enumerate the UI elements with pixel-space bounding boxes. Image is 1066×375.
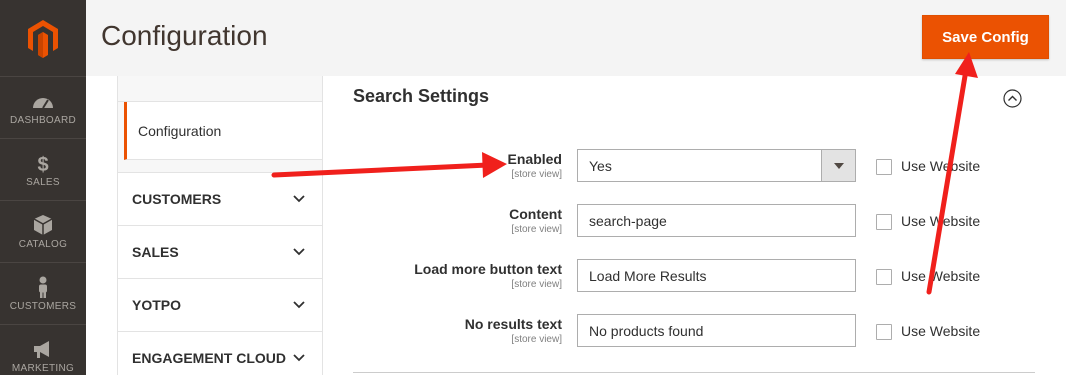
nav-label-catalog: CATALOG	[18, 239, 68, 250]
use-website-label: Use Website	[901, 268, 981, 284]
field-label-enabled: Enabled	[507, 151, 562, 167]
content-input[interactable]: search-page	[577, 204, 856, 237]
field-scope: [store view]	[511, 224, 562, 235]
tab-group-yotpo[interactable]: YOTPO	[118, 278, 322, 331]
chevron-down-icon	[293, 354, 305, 362]
config-tabs: Configuration CUSTOMERS SALES YOTPO ENGA…	[117, 76, 323, 375]
chevron-down-icon	[293, 195, 305, 203]
svg-text:$: $	[37, 154, 48, 174]
magento-logo-icon[interactable]	[0, 0, 86, 76]
no-results-input[interactable]: No products found	[577, 314, 856, 347]
nav-item-dashboard[interactable]: DASHBOARD	[0, 76, 86, 138]
page-header: Configuration	[86, 0, 1066, 76]
person-icon	[39, 276, 47, 298]
nav-item-sales[interactable]: $ SALES	[0, 138, 86, 200]
tab-group-sales[interactable]: SALES	[118, 225, 322, 278]
nav-label-marketing: MARKETING	[11, 363, 75, 374]
tab-configuration[interactable]: Configuration	[124, 102, 322, 160]
chevron-down-icon	[293, 301, 305, 309]
enabled-select-value: Yes	[589, 157, 612, 174]
tab-group-customers[interactable]: CUSTOMERS	[118, 172, 322, 225]
tab-group-label: ENGAGEMENT CLOUD	[132, 350, 286, 366]
nav-item-marketing[interactable]: MARKETING	[0, 324, 86, 375]
use-website-checkbox-no-results[interactable]	[876, 324, 892, 340]
field-label-content: Content	[509, 206, 562, 222]
field-scope: [store view]	[511, 279, 562, 290]
select-arrow-icon[interactable]	[821, 150, 855, 181]
use-website-label: Use Website	[901, 213, 981, 229]
tab-group-label: CUSTOMERS	[132, 191, 222, 207]
chevron-down-icon	[293, 248, 305, 256]
use-website-label: Use Website	[901, 323, 981, 339]
use-website-checkbox-enabled[interactable]	[876, 159, 892, 175]
use-website-checkbox-content[interactable]	[876, 214, 892, 230]
nav-label-dashboard: DASHBOARD	[9, 115, 77, 126]
section-divider	[353, 372, 1035, 373]
tab-group-label: SALES	[132, 244, 179, 260]
nav-label-sales: SALES	[26, 177, 60, 188]
dashboard-icon	[33, 98, 53, 109]
save-config-button[interactable]: Save Config	[922, 15, 1049, 59]
page-title: Configuration	[101, 20, 268, 51]
load-more-input[interactable]: Load More Results	[577, 259, 856, 292]
tabs-top-divider	[118, 76, 322, 102]
use-website-label: Use Website	[901, 158, 981, 174]
dollar-icon: $	[37, 154, 48, 174]
section-title: Search Settings	[353, 86, 490, 106]
nav-item-customers[interactable]: CUSTOMERS	[0, 262, 86, 324]
nav-label-customers: CUSTOMERS	[9, 301, 77, 312]
tab-group-engagement-cloud[interactable]: ENGAGEMENT CLOUD	[118, 331, 322, 375]
box-icon	[33, 215, 53, 235]
field-scope: [store view]	[511, 169, 562, 180]
admin-sidebar: DASHBOARD $ SALES CATALOG CUSTOMERS MARK…	[0, 0, 86, 375]
enabled-select[interactable]: Yes	[577, 149, 856, 182]
tab-group-label: YOTPO	[132, 297, 182, 313]
field-label-load-more: Load more button text	[414, 261, 562, 277]
nav-item-catalog[interactable]: CATALOG	[0, 200, 86, 262]
use-website-checkbox-load-more[interactable]	[876, 269, 892, 285]
collapse-section-icon[interactable]	[1003, 89, 1022, 108]
field-label-no-results: No results text	[464, 316, 562, 332]
megaphone-icon	[34, 341, 49, 358]
field-scope: [store view]	[511, 334, 562, 345]
